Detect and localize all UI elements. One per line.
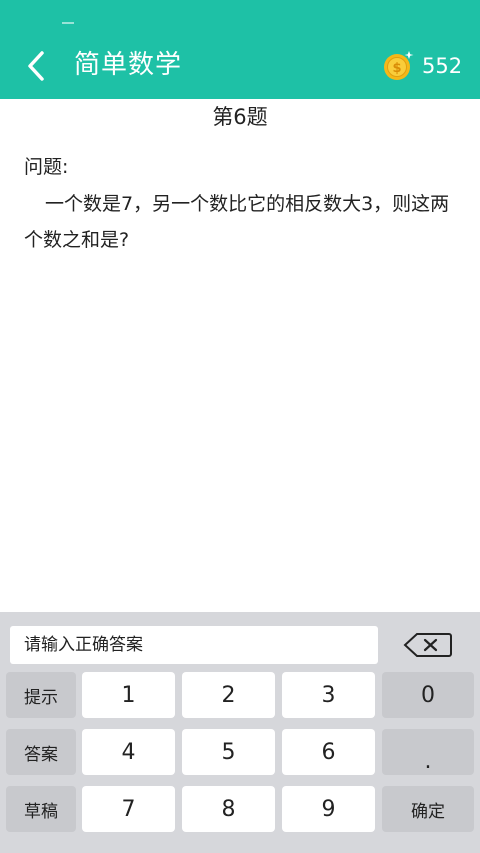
page-title: 简单数学 bbox=[74, 50, 183, 80]
backspace-button[interactable] bbox=[388, 626, 468, 664]
key-1[interactable]: 1 bbox=[82, 672, 175, 718]
key-8[interactable]: 8 bbox=[182, 786, 275, 832]
key-5[interactable]: 5 bbox=[182, 729, 275, 775]
backspace-icon bbox=[403, 633, 452, 657]
draft-button[interactable]: 草稿 bbox=[6, 786, 76, 832]
key-0[interactable]: 0 bbox=[382, 672, 474, 718]
question-label: 问题: bbox=[24, 156, 69, 178]
dot-label: . bbox=[424, 749, 432, 774]
key-9[interactable]: 9 bbox=[282, 786, 375, 832]
key-2[interactable]: 2 bbox=[182, 672, 275, 718]
question-text: 一个数是7，另一个数比它的相反数大3，则这两个数之和是? bbox=[24, 193, 450, 251]
key-7[interactable]: 7 bbox=[82, 786, 175, 832]
key-6[interactable]: 6 bbox=[282, 729, 375, 775]
hint-button[interactable]: 提示 bbox=[6, 672, 76, 718]
answer-button[interactable]: 答案 bbox=[6, 729, 76, 775]
confirm-button[interactable]: 确定 bbox=[382, 786, 474, 832]
back-arrow-icon[interactable] bbox=[22, 48, 50, 84]
coin-icon: $ bbox=[384, 51, 414, 80]
status-indicator bbox=[62, 22, 74, 24]
coin-count: 552 bbox=[422, 54, 463, 78]
question-number: 第6题 bbox=[212, 105, 268, 129]
answer-keyboard: 提示 1 2 3 0 答案 4 5 6 . 草稿 7 8 9 确定 bbox=[0, 612, 480, 853]
key-3[interactable]: 3 bbox=[282, 672, 375, 718]
header-bar: 简单数学 $ 552 bbox=[0, 0, 480, 99]
key-4[interactable]: 4 bbox=[82, 729, 175, 775]
answer-input[interactable] bbox=[10, 626, 378, 664]
svg-text:$: $ bbox=[392, 61, 401, 76]
key-dot[interactable]: . bbox=[382, 729, 474, 775]
